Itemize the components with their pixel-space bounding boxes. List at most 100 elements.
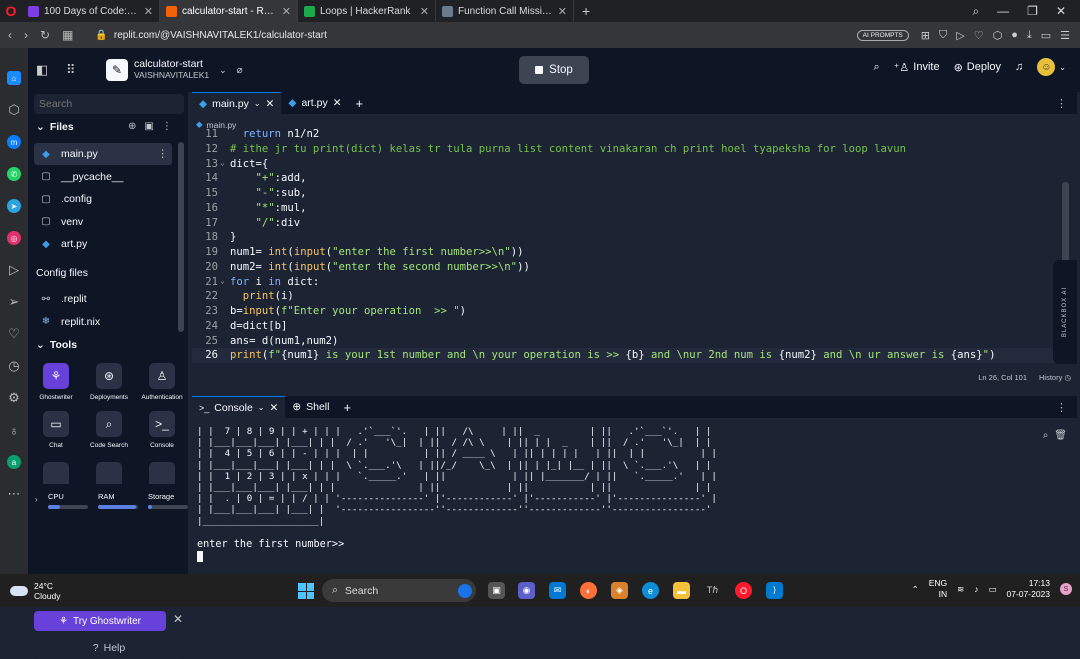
- battery-icon[interactable]: ▭: [1041, 29, 1051, 42]
- battery-icon[interactable]: ▭: [988, 584, 996, 595]
- workspaces-icon[interactable]: ⬡: [0, 94, 28, 126]
- fold-chevron-icon[interactable]: ⌄: [220, 276, 225, 285]
- tab-main-py[interactable]: ◆ main.py ⌄ ✕: [192, 92, 282, 114]
- task-view-icon[interactable]: ▣: [488, 582, 505, 599]
- files-section-title[interactable]: ⌄ Files: [36, 121, 74, 133]
- editor-menu-icon[interactable]: ⋮: [1056, 97, 1077, 110]
- file-item[interactable]: ▢ venv: [34, 211, 172, 233]
- tools-section-title[interactable]: ⌄ Tools: [36, 339, 77, 351]
- extensions-icon[interactable]: ⬡: [993, 29, 1003, 42]
- config-file-item[interactable]: ⚯ .replit: [34, 288, 172, 310]
- clock[interactable]: 17:13 07-07-2023: [1007, 578, 1050, 600]
- taskbar-search[interactable]: ⌕ Search: [322, 579, 476, 602]
- replit-menu-icon[interactable]: ⠿: [66, 62, 88, 78]
- easy-setup-icon[interactable]: ☰: [1060, 29, 1070, 42]
- heart-icon[interactable]: ♡: [974, 29, 984, 42]
- opera-logo-icon[interactable]: O: [0, 0, 22, 22]
- forward-icon[interactable]: ›: [24, 28, 28, 42]
- repl-info[interactable]: calculator-start VAISHNAVITALEK1: [134, 59, 209, 81]
- send-icon[interactable]: ▷: [956, 29, 964, 42]
- blackbox-ai-panel[interactable]: BLACKBOX AI: [1053, 260, 1077, 364]
- tab-shell[interactable]: ⊕ Shell: [285, 396, 336, 418]
- more-icon[interactable]: ⋯: [0, 478, 28, 510]
- close-tab-icon[interactable]: ✕: [558, 5, 567, 18]
- mail-icon[interactable]: ✉: [549, 582, 566, 599]
- close-tab-icon[interactable]: ✕: [144, 5, 153, 18]
- tool-deployments[interactable]: ⊛ Deployments: [85, 363, 133, 401]
- whatsapp-icon[interactable]: ✆: [0, 158, 28, 190]
- instagram-icon[interactable]: ◎: [0, 222, 28, 254]
- close-tab-icon[interactable]: ✕: [420, 5, 429, 18]
- invite-button[interactable]: ⁺♙ Invite: [894, 61, 940, 74]
- file-item[interactable]: ◆ main.py ⋮: [34, 143, 172, 165]
- chevron-up-icon[interactable]: ⌃: [912, 584, 919, 595]
- console-cursor[interactable]: [197, 551, 203, 562]
- tool-authentication[interactable]: ♙ Authentication: [138, 363, 186, 401]
- minimize-icon[interactable]: —: [997, 4, 1009, 19]
- close-window-icon[interactable]: ✕: [1056, 4, 1066, 19]
- shield-icon[interactable]: ⛉: [939, 29, 947, 42]
- clear-console-icon[interactable]: 🗑: [1054, 430, 1067, 441]
- notification-icon[interactable]: S: [1060, 583, 1072, 595]
- history-button[interactable]: History ◷: [1039, 373, 1071, 382]
- cursor-position[interactable]: Ln 26, Col 101: [978, 373, 1027, 382]
- telegram-icon[interactable]: ➤: [0, 190, 28, 222]
- user-menu[interactable]: ☺ ⌄: [1037, 58, 1066, 76]
- file-item[interactable]: ▢ __pycache__: [34, 166, 172, 188]
- opera-icon[interactable]: O: [735, 582, 752, 599]
- help-button[interactable]: ? Help: [34, 637, 184, 659]
- notebook-icon[interactable]: [149, 462, 175, 484]
- browser-search-icon[interactable]: ⌕: [972, 4, 979, 19]
- player-icon[interactable]: ▷: [0, 254, 28, 286]
- link-icon[interactable]: ⌀: [237, 65, 243, 76]
- maximize-icon[interactable]: ❐: [1027, 4, 1038, 19]
- file-item[interactable]: ▢ .config: [34, 188, 172, 210]
- weather-widget[interactable]: 24°C Cloudy: [10, 581, 60, 601]
- back-icon[interactable]: ‹: [8, 28, 12, 42]
- profile-icon[interactable]: ●: [1011, 29, 1018, 42]
- browser-tab[interactable]: calculator-start - Replit ✕: [160, 0, 298, 22]
- tool-ghostwriter[interactable]: ⚘ Ghostwriter: [32, 363, 80, 401]
- lightbulb-icon[interactable]: ♁: [0, 414, 28, 446]
- search-icon[interactable]: ⌕: [873, 61, 879, 74]
- windows-start-icon[interactable]: [298, 583, 314, 599]
- new-file-icon[interactable]: ⊕: [128, 121, 136, 132]
- tab-art-py[interactable]: ◆ art.py ✕: [281, 92, 348, 114]
- config-file-item[interactable]: ❄ replit.nix: [34, 311, 172, 333]
- close-tab-icon[interactable]: ✕: [282, 5, 291, 18]
- browser-tab[interactable]: Loops | HackerRank ✕: [298, 0, 436, 22]
- storage-db-icon[interactable]: [43, 462, 69, 484]
- close-tab-icon[interactable]: ✕: [333, 97, 342, 109]
- tool-console[interactable]: >_ Console: [138, 411, 186, 449]
- resource-ram[interactable]: RAM: [98, 492, 138, 509]
- more-options-icon[interactable]: ⋮: [158, 148, 169, 160]
- heart-icon[interactable]: ♡: [0, 318, 28, 350]
- resource-storage[interactable]: Storage: [148, 492, 188, 509]
- fold-chevron-icon[interactable]: ⌄: [220, 158, 225, 167]
- try-ghostwriter-button[interactable]: ⚘ Try Ghostwriter: [34, 611, 166, 631]
- wifi-icon[interactable]: ≋: [957, 584, 964, 595]
- tool-code-search[interactable]: ⌕ Code Search: [85, 411, 133, 449]
- repl-avatar[interactable]: ✎: [106, 59, 128, 81]
- bell-icon[interactable]: ♫: [1015, 61, 1023, 73]
- new-tab-icon[interactable]: +: [574, 3, 598, 19]
- teams-icon[interactable]: ◉: [518, 582, 535, 599]
- tool-chat[interactable]: ▭ Chat: [32, 411, 80, 449]
- file-item[interactable]: ◆ art.py: [34, 233, 172, 255]
- history-icon[interactable]: ◷: [0, 350, 28, 382]
- messenger-icon[interactable]: m: [0, 126, 28, 158]
- reload-icon[interactable]: ↻: [40, 28, 50, 42]
- url-field[interactable]: 🔒 replit.com/@VAISHNAVITALEK1/calculator-…: [95, 30, 326, 41]
- browser-tab[interactable]: Function Call Missing ✕: [436, 0, 574, 22]
- home-icon[interactable]: ⌂: [0, 62, 28, 94]
- search-input[interactable]: [34, 94, 184, 114]
- close-icon[interactable]: ✕: [173, 612, 183, 626]
- download-icon[interactable]: ⤓: [1027, 29, 1032, 42]
- text-app-icon[interactable]: Tℏ: [704, 582, 721, 599]
- vscode-icon[interactable]: ⟩: [766, 582, 783, 599]
- file-explorer-icon[interactable]: ▬: [673, 582, 690, 599]
- chevron-down-icon[interactable]: ⌄: [219, 65, 227, 76]
- resource-cpu[interactable]: CPU: [48, 492, 88, 509]
- stop-button[interactable]: Stop: [519, 56, 589, 84]
- send-icon[interactable]: ➢: [0, 286, 28, 318]
